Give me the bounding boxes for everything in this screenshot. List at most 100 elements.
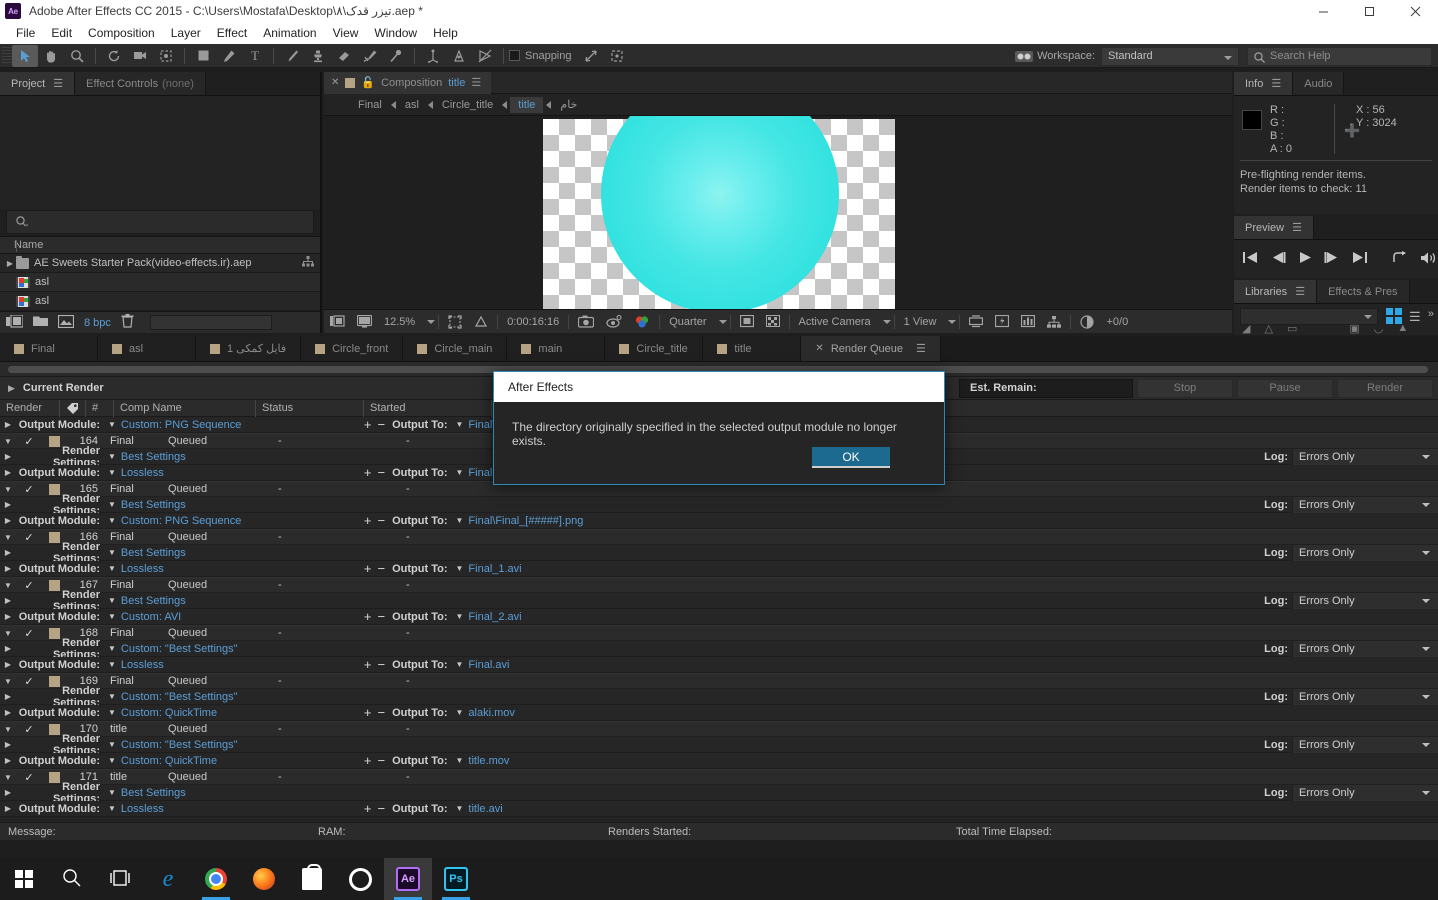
dropdown-triangle-icon[interactable]: ▼	[108, 788, 116, 797]
dropdown-triangle-icon[interactable]: ▼	[108, 548, 116, 557]
remove-output-module-icon[interactable]: −	[375, 466, 389, 479]
output-to-value[interactable]: Final_1.avi	[468, 563, 521, 575]
pixel-aspect-icon[interactable]	[963, 310, 989, 334]
col-number[interactable]: #	[86, 399, 114, 417]
output-module-row[interactable]: ▶ Output Module: ▼ Lossless + − Output T…	[0, 657, 1438, 673]
output-module-value[interactable]: Custom: PNG Sequence	[121, 515, 361, 527]
opera-button[interactable]	[336, 858, 384, 900]
menu-help[interactable]: Help	[425, 23, 466, 43]
output-module-value[interactable]: Lossless	[121, 803, 361, 815]
dropdown-triangle-icon[interactable]: ▼	[456, 708, 464, 717]
maximize-button[interactable]	[1346, 0, 1392, 22]
mask-off-icon[interactable]	[472, 45, 498, 67]
comp-tab-circle-main[interactable]: Circle_main	[403, 336, 508, 361]
output-module-value[interactable]: Custom: QuickTime	[121, 755, 361, 767]
render-settings-row[interactable]: ▶ Render Settings: ▼ Custom: "Best Setti…	[0, 637, 1438, 661]
menu-view[interactable]: View	[325, 23, 367, 43]
dropdown-triangle-icon[interactable]: ▼	[108, 420, 116, 429]
edge-button[interactable]: e	[144, 858, 192, 900]
next-frame-icon[interactable]	[1324, 251, 1340, 267]
render-button[interactable]: Render	[1337, 378, 1433, 398]
last-frame-icon[interactable]	[1352, 251, 1368, 267]
hand-tool-icon[interactable]	[38, 45, 64, 67]
camera-tool-icon[interactable]	[127, 45, 153, 67]
output-to-value[interactable]: Final.avi	[468, 659, 509, 671]
disclosure-triangle-icon[interactable]: ▼	[0, 725, 16, 734]
snapping-arrow-icon[interactable]	[578, 45, 604, 67]
delete-icon[interactable]	[121, 314, 134, 331]
add-output-module-icon[interactable]: +	[361, 610, 375, 623]
output-module-row[interactable]: ▶ Output Module: ▼ Custom: PNG Sequence …	[0, 513, 1438, 529]
photoshop-button[interactable]: Ps	[432, 858, 480, 900]
dropdown-triangle-icon[interactable]: ▼	[108, 644, 116, 653]
always-preview-icon[interactable]	[324, 310, 351, 334]
audio-icon[interactable]	[1420, 251, 1437, 268]
workspace-preset-icon[interactable]	[1011, 45, 1037, 67]
breadcrumb-item-asl[interactable]: asl	[399, 99, 425, 111]
disclosure-triangle-icon[interactable]: ▶	[0, 596, 16, 605]
rotation-tool-icon[interactable]	[101, 45, 127, 67]
pan-behind-tool-icon[interactable]	[153, 45, 179, 67]
render-settings-value[interactable]: Best Settings	[121, 451, 186, 463]
add-output-module-icon[interactable]: +	[361, 418, 375, 431]
menu-layer[interactable]: Layer	[163, 23, 209, 43]
render-settings-value[interactable]: Custom: "Best Settings"	[121, 691, 238, 703]
minimize-button[interactable]	[1300, 0, 1346, 22]
region-interest-toggle-icon[interactable]	[734, 310, 760, 334]
disclosure-triangle-icon[interactable]: ▶	[0, 468, 16, 477]
disclosure-triangle-icon[interactable]: ▶	[0, 644, 16, 653]
comp-flowchart-icon[interactable]	[1041, 310, 1067, 334]
disclosure-triangle-icon[interactable]: ▶	[0, 452, 16, 461]
col-status[interactable]: Status	[256, 399, 364, 417]
lock-icon[interactable]: 🔓	[361, 76, 375, 89]
log-select[interactable]: Errors Only	[1292, 688, 1438, 705]
disclosure-triangle-icon[interactable]: ▶	[0, 420, 16, 429]
dropdown-triangle-icon[interactable]: ▼	[108, 756, 116, 765]
render-item-row[interactable]: ▼ ✓ 168 Final Queued - -	[0, 625, 1438, 641]
disclosure-triangle-icon[interactable]: ▶	[0, 516, 16, 525]
output-module-row[interactable]: ▶ Output Module: ▼ Custom: QuickTime + −…	[0, 705, 1438, 721]
disclosure-triangle-icon[interactable]: ▶	[0, 692, 16, 701]
anchor-point-icon[interactable]	[420, 45, 446, 67]
selection-tool-icon[interactable]	[12, 44, 38, 67]
remove-output-module-icon[interactable]: −	[375, 514, 389, 527]
disclosure-triangle-icon[interactable]: ▼	[0, 485, 16, 494]
main-viewer-icon[interactable]	[351, 310, 378, 334]
tab-effect-controls[interactable]: Effect Controls (none)	[75, 72, 206, 95]
comp-tab-main[interactable]: main	[507, 336, 606, 361]
menu-window[interactable]: Window	[366, 23, 425, 43]
render-item-row[interactable]: ▼ ✓ 166 Final Queued - -	[0, 529, 1438, 545]
add-output-module-icon[interactable]: +	[361, 466, 375, 479]
stop-button[interactable]: Stop	[1137, 378, 1233, 398]
output-to-value[interactable]: Final\Final_[#####].png	[468, 515, 583, 527]
render-settings-value[interactable]: Custom: "Best Settings"	[121, 643, 238, 655]
close-tab-icon[interactable]: ✕	[815, 343, 823, 354]
effect-icon-1[interactable]: ◢	[1242, 322, 1250, 335]
project-item-row[interactable]: asl	[0, 273, 320, 292]
shape-tool-icon[interactable]	[190, 45, 216, 67]
log-select[interactable]: Errors Only	[1292, 784, 1438, 801]
disclosure-triangle-icon[interactable]: ▼	[0, 437, 16, 446]
render-settings-value[interactable]: Best Settings	[121, 547, 186, 559]
panel-menu-icon[interactable]: ☰	[471, 76, 481, 89]
add-output-module-icon[interactable]: +	[361, 514, 375, 527]
camera-dropdown-icon[interactable]	[882, 319, 891, 324]
render-item-row[interactable]: ▼ ✓ 167 Final Queued - -	[0, 577, 1438, 593]
tab-libraries[interactable]: Libraries ☰	[1234, 280, 1318, 303]
dropdown-triangle-icon[interactable]: ▼	[108, 708, 116, 717]
channel-rgb-icon[interactable]	[628, 310, 656, 334]
disclosure-triangle-icon[interactable]: ▶	[0, 660, 16, 669]
effect-icon-2[interactable]: △	[1264, 322, 1272, 335]
project-search-input[interactable]	[6, 210, 314, 234]
search-help-input[interactable]: Search Help	[1247, 46, 1432, 66]
views-value[interactable]: 1 View	[898, 310, 943, 334]
render-settings-value[interactable]: Custom: "Best Settings"	[121, 739, 238, 751]
play-icon[interactable]	[1298, 251, 1312, 267]
search-button[interactable]	[48, 858, 96, 900]
new-footage-icon[interactable]	[57, 314, 75, 331]
remove-output-module-icon[interactable]: −	[375, 802, 389, 815]
dropdown-triangle-icon[interactable]: ▼	[456, 468, 464, 477]
effect-icon-3[interactable]: ▭	[1287, 322, 1297, 335]
snapping-checkbox[interactable]	[509, 50, 520, 61]
project-column-header[interactable]: Name	[0, 236, 320, 254]
